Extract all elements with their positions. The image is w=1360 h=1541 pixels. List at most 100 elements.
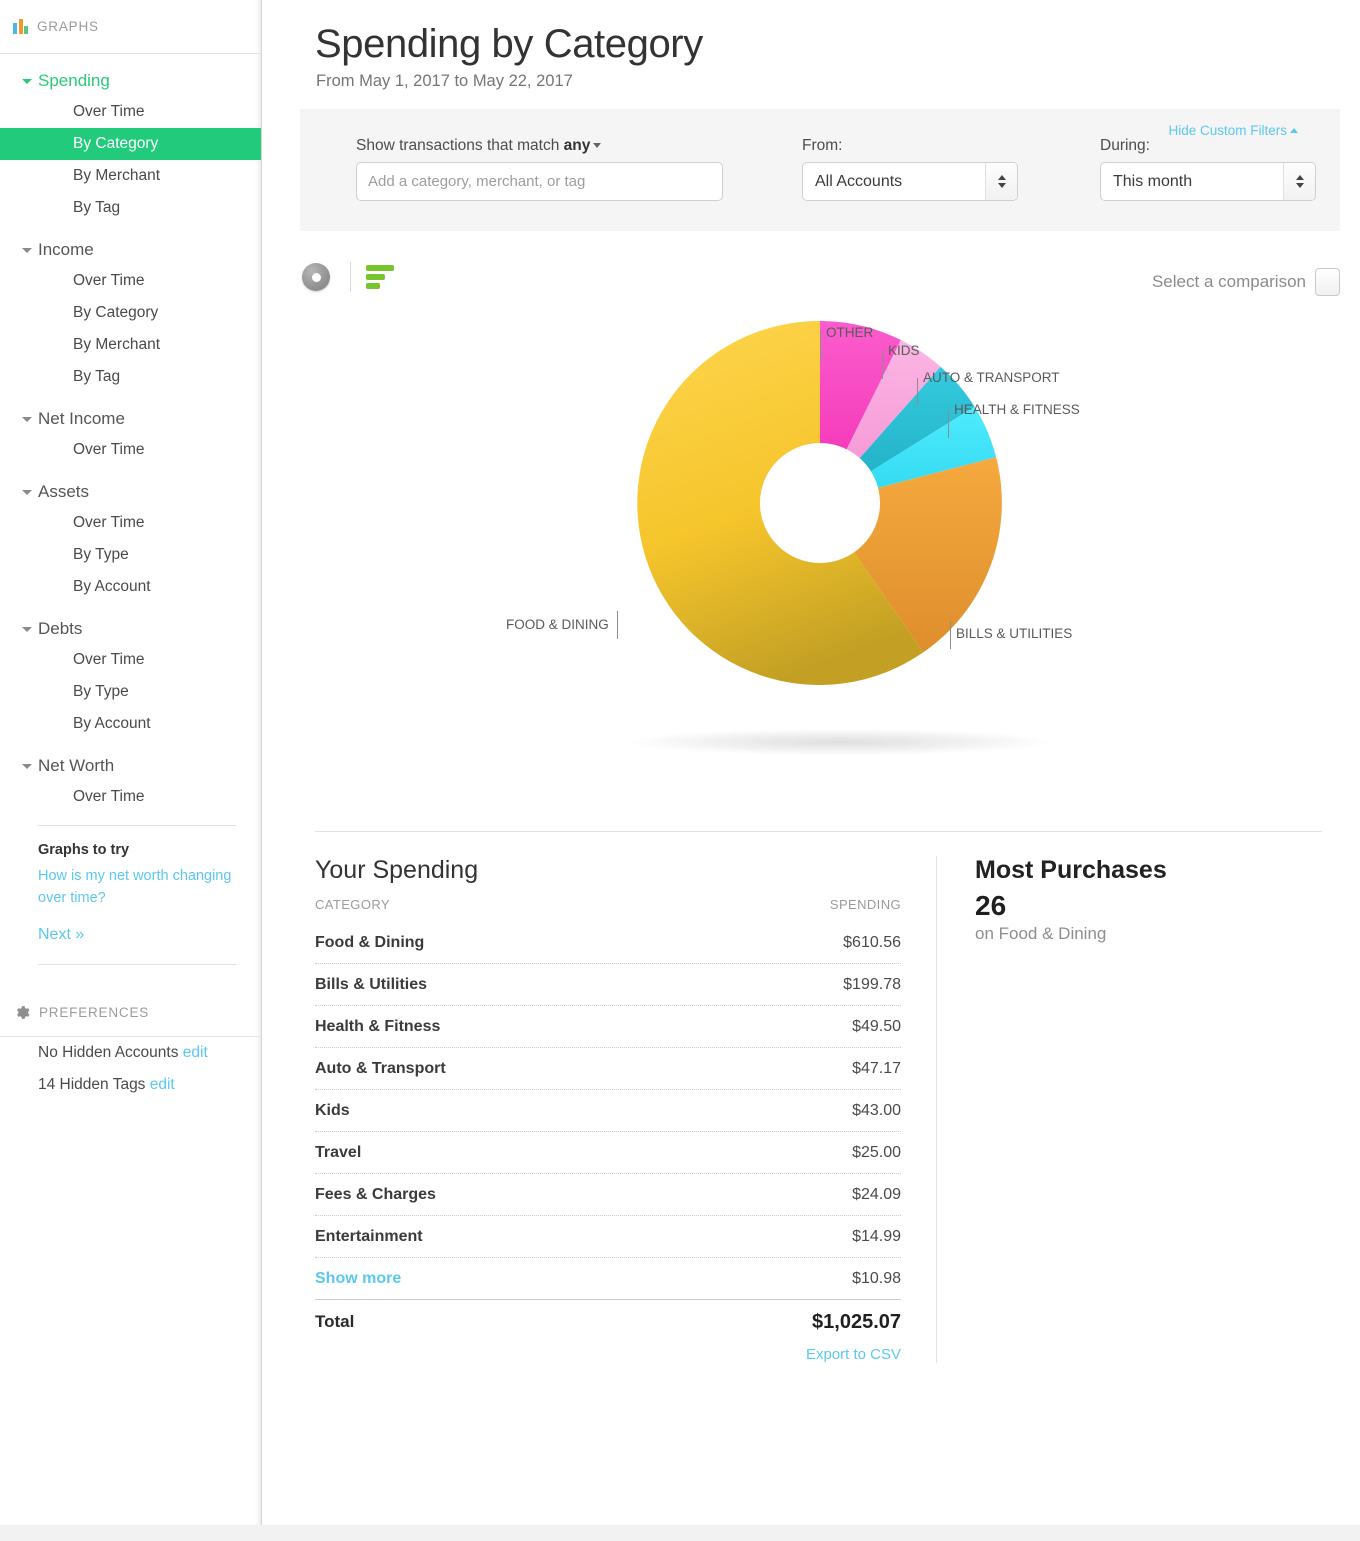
table-row[interactable]: Entertainment $14.99	[315, 1216, 901, 1258]
chevron-down-icon	[22, 489, 32, 495]
match-filter-group: Show transactions that match any	[356, 137, 723, 201]
graphs-to-try-link[interactable]: How is my net worth changing over time?	[38, 866, 236, 910]
nav-group-header-net-income[interactable]: Net Income	[0, 404, 261, 434]
graphs-to-try-title: Graphs to try	[38, 842, 130, 858]
sidebar-item-spending-by-category[interactable]: By Category	[0, 128, 261, 160]
sidebar-item-income-by-merchant[interactable]: By Merchant	[0, 329, 261, 361]
chevron-down-icon	[22, 763, 32, 769]
preferences-label: PREFERENCES	[39, 1004, 150, 1020]
pie-label-kids: KIDS	[888, 343, 920, 358]
match-filter-value[interactable]: any	[564, 137, 591, 154]
leader-line-bills-utilities	[950, 621, 951, 649]
leader-line-health-fitness	[948, 410, 949, 438]
search-input[interactable]	[356, 162, 723, 201]
sidebar-graphs-header: GRAPHS	[0, 0, 261, 54]
total-amount: $1,025.07	[812, 1310, 901, 1333]
donut-chart: OTHER KIDS AUTO & TRANSPORT HEALTH & FIT…	[262, 311, 1360, 831]
bottom-section: Your Spending CATEGORY SPENDING Food & D…	[315, 856, 1360, 1363]
row-category: Health & Fitness	[315, 1017, 441, 1035]
period-select-stepper[interactable]	[1283, 163, 1315, 200]
nav-group-label: Debts	[38, 619, 83, 638]
nav-group-label: Net Income	[38, 409, 125, 428]
bar-chart-icon[interactable]	[366, 265, 394, 290]
pie-label-health-fitness: HEALTH & FITNESS	[954, 402, 1080, 417]
table-row[interactable]: Kids $43.00	[315, 1090, 901, 1132]
table-row[interactable]: Travel $25.00	[315, 1132, 901, 1174]
sidebar-item-spending-over-time[interactable]: Over Time	[0, 96, 261, 128]
nav-group-header-spending[interactable]: Spending	[0, 66, 261, 96]
sidebar: GRAPHS Spending Over Time By Category By…	[0, 0, 262, 1541]
sidebar-item-debts-by-type[interactable]: By Type	[0, 676, 261, 708]
chevron-down-icon	[22, 78, 32, 84]
show-more-amount: $10.98	[852, 1269, 901, 1287]
pref-hidden-accounts-text: No Hidden Accounts	[38, 1043, 179, 1061]
table-row[interactable]: Fees & Charges $24.09	[315, 1174, 901, 1216]
row-category: Entertainment	[315, 1227, 423, 1245]
sidebar-item-net-income-over-time[interactable]: Over Time	[0, 434, 261, 466]
row-amount: $49.50	[852, 1017, 901, 1035]
pref-hidden-tags: 14 Hidden Tags edit	[0, 1069, 261, 1101]
toolbar-divider	[350, 262, 351, 292]
leader-line-other	[820, 333, 821, 361]
accounts-select-stepper[interactable]	[985, 163, 1017, 200]
donut-chart-icon[interactable]	[302, 263, 330, 291]
table-row[interactable]: Food & Dining $610.56	[315, 922, 901, 964]
hide-custom-filters-link[interactable]: Hide Custom Filters	[1168, 123, 1298, 138]
sidebar-item-spending-by-merchant[interactable]: By Merchant	[0, 160, 261, 192]
nav-group-header-assets[interactable]: Assets	[0, 477, 261, 507]
gear-icon	[13, 1004, 30, 1021]
table-row[interactable]: Bills & Utilities $199.78	[315, 964, 901, 1006]
pie-label-food-dining: FOOD & DINING	[506, 617, 609, 632]
sidebar-item-assets-over-time[interactable]: Over Time	[0, 507, 261, 539]
row-amount: $14.99	[852, 1227, 901, 1245]
row-category: Bills & Utilities	[315, 975, 428, 993]
export-to-csv-link[interactable]: Export to CSV	[315, 1346, 901, 1363]
nav-group-header-net-worth[interactable]: Net Worth	[0, 751, 261, 781]
chevron-down-icon[interactable]	[593, 143, 602, 148]
sidebar-item-debts-by-account[interactable]: By Account	[0, 708, 261, 740]
column-header-spending: SPENDING	[829, 897, 901, 912]
table-row[interactable]: Health & Fitness $49.50	[315, 1006, 901, 1048]
donut-hole	[760, 443, 880, 563]
sidebar-item-assets-by-type[interactable]: By Type	[0, 539, 261, 571]
graphs-to-try-next-link[interactable]: Next »	[38, 926, 236, 944]
sidebar-item-assets-by-account[interactable]: By Account	[0, 571, 261, 603]
chevron-down-icon	[22, 416, 32, 422]
pref-hidden-accounts-edit-link[interactable]: edit	[183, 1044, 208, 1061]
spending-table-header: CATEGORY SPENDING	[315, 897, 901, 922]
sidebar-nav: Spending Over Time By Category By Mercha…	[0, 54, 261, 813]
nav-group-debts: Debts Over Time By Type By Account	[0, 614, 261, 740]
chevron-up-icon	[997, 175, 1006, 180]
chevron-up-icon	[1295, 175, 1304, 180]
most-purchases-heading: Most Purchases	[975, 856, 1167, 884]
sidebar-item-income-over-time[interactable]: Over Time	[0, 265, 261, 297]
row-category: Kids	[315, 1101, 350, 1119]
sidebar-item-net-worth-over-time[interactable]: Over Time	[0, 781, 261, 813]
filter-bar: Hide Custom Filters Show transactions th…	[300, 109, 1340, 231]
sidebar-graphs-label: GRAPHS	[37, 19, 99, 34]
sidebar-item-income-by-tag[interactable]: By Tag	[0, 361, 261, 393]
total-row: Total $1,025.07	[315, 1300, 901, 1344]
row-amount: $43.00	[852, 1101, 901, 1119]
nav-group-header-income[interactable]: Income	[0, 235, 261, 265]
from-filter-label: From:	[802, 137, 843, 154]
pref-hidden-tags-edit-link[interactable]: edit	[150, 1076, 175, 1093]
nav-group-net-worth: Net Worth Over Time	[0, 751, 261, 813]
nav-group-income: Income Over Time By Category By Merchant…	[0, 235, 261, 393]
period-select[interactable]: This month	[1100, 162, 1316, 201]
comparison-select-label: Select a comparison	[1151, 272, 1306, 291]
sidebar-item-spending-by-tag[interactable]: By Tag	[0, 192, 261, 224]
sidebar-item-income-by-category[interactable]: By Category	[0, 297, 261, 329]
comparison-select-stepper[interactable]	[1315, 268, 1340, 296]
total-label: Total	[315, 1312, 355, 1331]
nav-group-header-debts[interactable]: Debts	[0, 614, 261, 644]
row-amount: $199.78	[843, 975, 901, 993]
most-purchases-panel: Most Purchases 26 on Food & Dining	[936, 856, 1296, 1363]
accounts-select[interactable]: All Accounts	[802, 162, 1018, 201]
show-more-link[interactable]: Show more	[315, 1270, 401, 1288]
show-more-row[interactable]: Show more $10.98	[315, 1258, 901, 1300]
graphs-icon	[13, 19, 28, 34]
table-row[interactable]: Auto & Transport $47.17	[315, 1048, 901, 1090]
comparison-select[interactable]: Select a comparison	[1152, 268, 1340, 296]
sidebar-item-debts-over-time[interactable]: Over Time	[0, 644, 261, 676]
